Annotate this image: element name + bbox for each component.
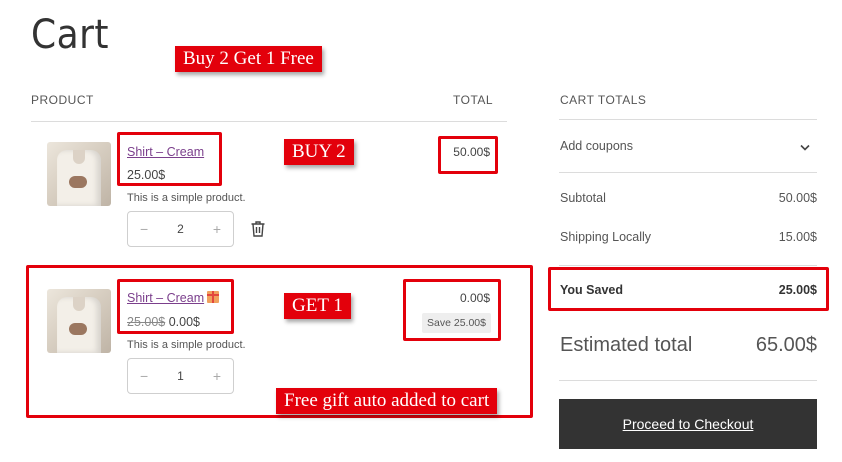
quantity-value[interactable]: 2 <box>177 222 184 236</box>
quantity-stepper[interactable]: − 1 + <box>127 358 234 394</box>
total-column-header: TOTAL <box>453 93 494 107</box>
proceed-to-checkout-button[interactable]: Proceed to Checkout <box>559 399 817 449</box>
trash-icon[interactable] <box>250 220 266 238</box>
subtotal-value: 50.00$ <box>778 191 817 205</box>
table-header-divider <box>31 121 507 122</box>
shipping-label: Shipping Locally <box>560 230 652 244</box>
shipping-divider <box>559 265 817 266</box>
estimated-divider <box>559 380 817 381</box>
chevron-down-icon[interactable] <box>799 140 811 152</box>
highlight-box-product-2 <box>117 279 234 334</box>
buy-callout: BUY 2 <box>284 139 354 165</box>
product-thumbnail[interactable] <box>47 289 111 353</box>
product-thumbnail[interactable] <box>47 142 111 206</box>
coupons-divider <box>559 172 817 173</box>
promo-callout: Buy 2 Get 1 Free <box>175 46 322 72</box>
totals-divider <box>559 119 817 120</box>
cart-totals-heading: CART TOTALS <box>560 93 647 107</box>
increase-qty-button[interactable]: + <box>213 368 221 384</box>
product-description: This is a simple product. <box>127 339 246 351</box>
product-column-header: PRODUCT <box>31 93 94 107</box>
highlight-box-product-1 <box>117 132 222 186</box>
highlight-box-total-2 <box>403 279 501 341</box>
estimated-total-label: Estimated total <box>560 334 693 356</box>
subtotal-label: Subtotal <box>560 191 606 205</box>
quantity-stepper[interactable]: − 2 + <box>127 211 234 247</box>
add-coupons-toggle[interactable]: Add coupons <box>560 139 633 153</box>
quantity-value[interactable]: 1 <box>177 369 184 383</box>
product-description: This is a simple product. <box>127 192 246 204</box>
shipping-value: 15.00$ <box>778 230 817 244</box>
highlight-box-saved <box>548 267 829 311</box>
increase-qty-button[interactable]: + <box>213 221 221 237</box>
auto-added-callout: Free gift auto added to cart <box>276 388 498 414</box>
highlight-box-total-1 <box>438 136 498 174</box>
decrease-qty-button[interactable]: − <box>140 221 148 237</box>
page-title: Cart <box>31 12 109 58</box>
decrease-qty-button[interactable]: − <box>140 368 148 384</box>
estimated-total-value: 65.00$ <box>755 334 817 356</box>
get-callout: GET 1 <box>284 293 351 319</box>
